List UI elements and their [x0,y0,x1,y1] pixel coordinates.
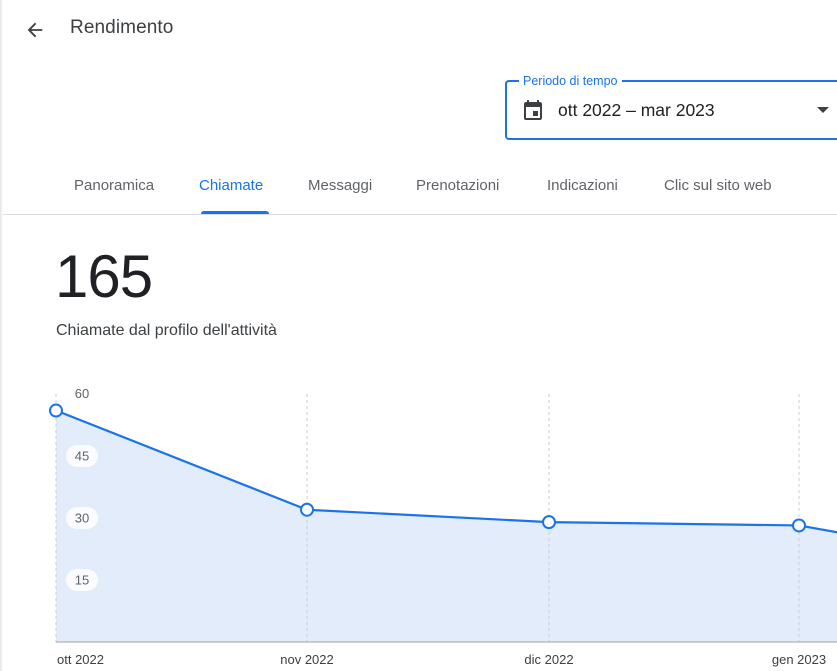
x-tick-label: ott 2022 [57,652,104,667]
tab-indicazioni[interactable]: Indicazioni [547,177,618,194]
tab-bar: Panoramica Chiamate Messaggi Prenotazion… [0,160,837,215]
y-tick-label: 30 [75,511,89,526]
back-button[interactable] [20,15,50,45]
period-label: Periodo di tempo [519,73,622,89]
page-title: Rendimento [70,17,174,38]
tab-clic-sito-web[interactable]: Clic sul sito web [664,177,772,194]
arrow-back-icon [27,22,43,38]
tab-prenotazioni[interactable]: Prenotazioni [416,177,499,194]
period-value: ott 2022 – mar 2023 [558,100,715,120]
chart-area [56,410,837,642]
data-point-0 [49,403,63,418]
tabs-divider [3,214,837,215]
data-point-2 [542,515,556,530]
tab-messaggi[interactable]: Messaggi [308,177,372,194]
y-tick-label: 60 [75,386,89,401]
y-tick-label: 45 [75,449,89,464]
data-point-3 [792,518,806,533]
calls-chart: 15 30 45 60 ott 2022 nov 2022 dic 2022 gen 2023 [49,386,837,667]
calls-caption: Chiamate dal profilo dell'attività [56,322,277,339]
calendar-icon [524,100,542,120]
x-tick-label: dic 2022 [524,652,573,667]
y-tick-label: 15 [75,573,89,588]
tab-panoramica[interactable]: Panoramica [74,177,154,194]
dropdown-arrow-icon [817,107,829,113]
period-select[interactable]: Periodo di tempo ott 2022 – mar 2023 [505,73,837,140]
data-point-1 [300,502,314,517]
calls-total: 165 [55,243,153,310]
x-tick-label: gen 2023 [772,652,826,667]
x-tick-label: nov 2022 [280,652,334,667]
tab-chiamate[interactable]: Chiamate [199,177,263,194]
